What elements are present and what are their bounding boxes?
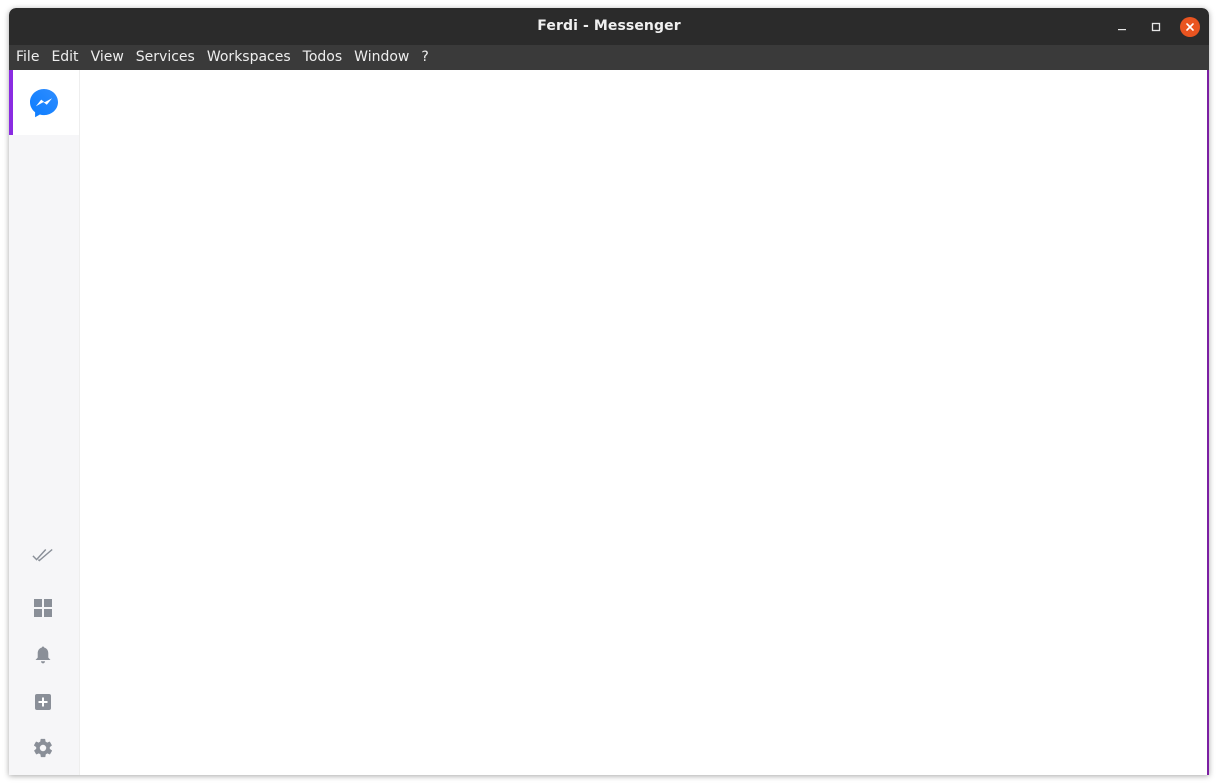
messenger-icon [30,89,58,118]
menu-workspaces[interactable]: Workspaces [201,45,297,70]
minimize-button[interactable] [1112,17,1132,37]
menu-services[interactable]: Services [130,45,201,70]
menu-bar: File Edit View Services Workspaces Todos… [9,45,1209,70]
add-service-button[interactable] [32,691,54,713]
service-tab-messenger[interactable] [9,70,79,135]
menu-help[interactable]: ? [415,45,434,70]
menu-view[interactable]: View [85,45,130,70]
close-icon [1186,23,1194,31]
maximize-button[interactable] [1146,17,1166,37]
title-bar[interactable]: Ferdi - Messenger [9,8,1209,45]
menu-window[interactable]: Window [348,45,415,70]
add-service-icon [35,694,51,710]
sidebar [9,70,80,775]
service-webview[interactable] [80,70,1209,775]
menu-todos[interactable]: Todos [297,45,348,70]
todos-button[interactable] [32,544,54,566]
todos-icon [32,548,53,562]
window-title: Ferdi - Messenger [537,18,681,34]
menu-file[interactable]: File [10,45,45,70]
menu-edit[interactable]: Edit [45,45,84,70]
settings-icon [33,738,53,758]
settings-button[interactable] [32,737,54,759]
workspaces-button[interactable] [32,597,54,619]
notifications-button[interactable] [32,644,54,666]
notifications-icon [35,646,51,664]
app-window: Ferdi - Messenger File Edit View Service… [9,8,1209,775]
workspaces-icon [34,599,52,617]
close-button[interactable] [1180,17,1200,37]
maximize-icon [1151,22,1161,32]
minimize-icon [1118,29,1126,31]
